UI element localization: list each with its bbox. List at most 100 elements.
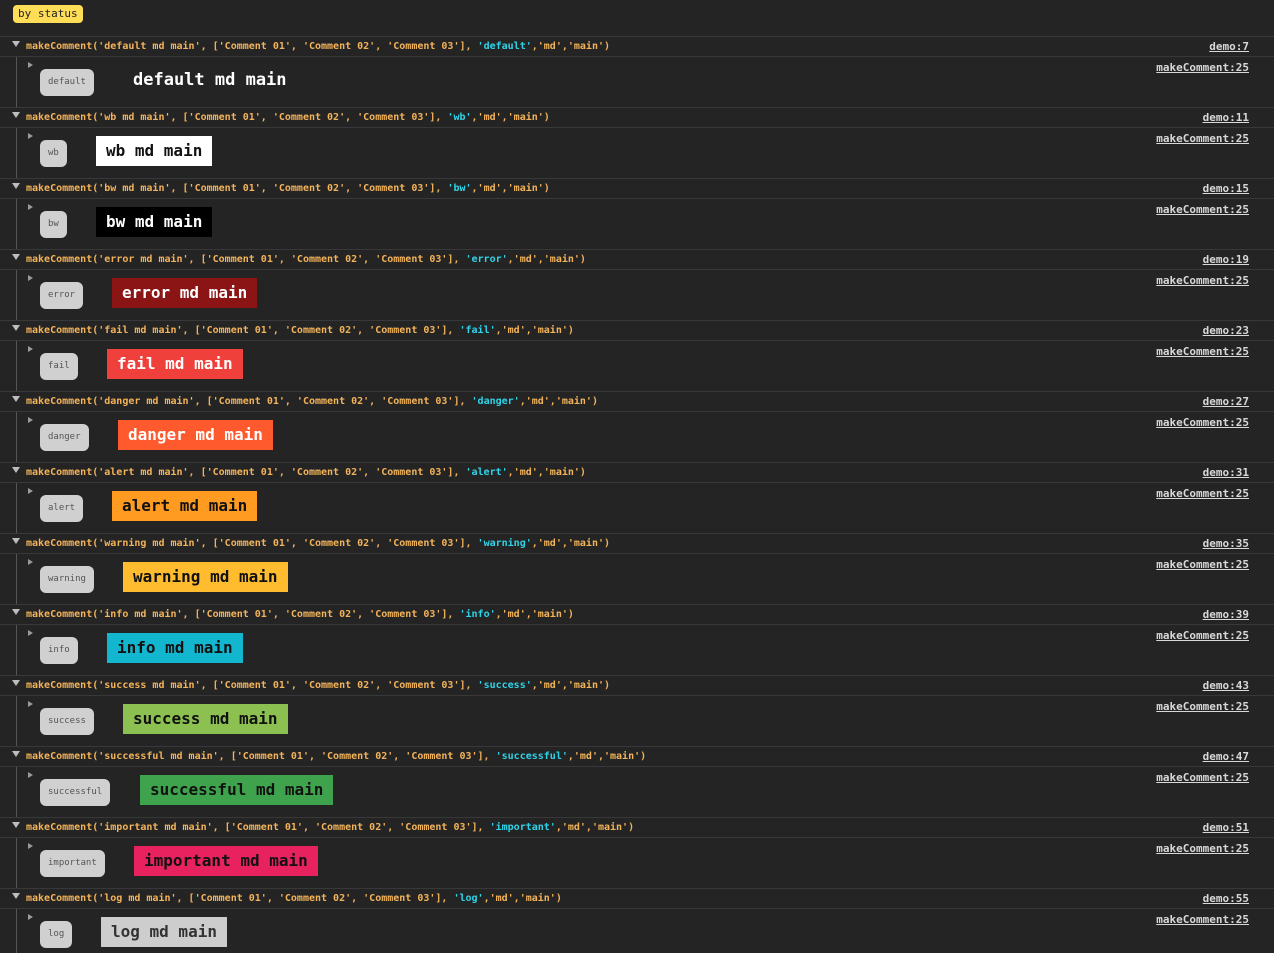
source-link-demo[interactable]: demo:43 (1203, 679, 1249, 693)
expand-triangle-icon[interactable] (12, 183, 20, 189)
styled-status-label: fail md main (107, 349, 243, 379)
group-header[interactable]: makeComment('bw md main', ['Comment 01',… (0, 179, 1274, 199)
source-link-makecomment[interactable]: makeComment:25 (1156, 61, 1249, 75)
source-link-makecomment[interactable]: makeComment:25 (1156, 771, 1249, 785)
source-link-demo[interactable]: demo:35 (1203, 537, 1249, 551)
group-body: error error md main makeComment:25 (0, 270, 1274, 321)
status-pill: info (40, 637, 78, 664)
source-link-makecomment[interactable]: makeComment:25 (1156, 132, 1249, 146)
group-indent-guide (16, 270, 17, 320)
group-call-code: makeComment('wb md main', ['Comment 01',… (26, 112, 550, 123)
source-link-demo[interactable]: demo:11 (1203, 111, 1249, 125)
group-header[interactable]: makeComment('wb md main', ['Comment 01',… (0, 108, 1274, 128)
group-body: bw bw md main makeComment:25 (0, 199, 1274, 250)
group-header[interactable]: makeComment('fail md main', ['Comment 01… (0, 321, 1274, 341)
styled-status-label: error md main (112, 278, 258, 308)
expand-row-triangle-icon[interactable] (28, 488, 33, 494)
expand-triangle-icon[interactable] (12, 609, 20, 615)
expand-triangle-icon[interactable] (12, 41, 20, 47)
styled-status-label: important md main (134, 846, 318, 876)
source-link-makecomment[interactable]: makeComment:25 (1156, 913, 1249, 927)
expand-triangle-icon[interactable] (12, 893, 20, 899)
styled-status-label: wb md main (96, 136, 213, 166)
expand-row-triangle-icon[interactable] (28, 417, 33, 423)
group-header[interactable]: makeComment('successful md main', ['Comm… (0, 747, 1274, 767)
source-link-makecomment[interactable]: makeComment:25 (1156, 203, 1249, 217)
source-link-makecomment[interactable]: makeComment:25 (1156, 274, 1249, 288)
log-group-alert: makeComment('alert md main', ['Comment 0… (0, 463, 1274, 534)
source-link-makecomment[interactable]: makeComment:25 (1156, 629, 1249, 643)
expand-row-triangle-icon[interactable] (28, 62, 33, 68)
group-header[interactable]: makeComment('warning md main', ['Comment… (0, 534, 1274, 554)
group-indent-guide (16, 341, 17, 391)
source-link-makecomment[interactable]: makeComment:25 (1156, 416, 1249, 430)
expand-triangle-icon[interactable] (12, 680, 20, 686)
group-call-code: makeComment('success md main', ['Comment… (26, 680, 611, 691)
status-pill: warning (40, 566, 94, 593)
source-link-demo[interactable]: demo:47 (1203, 750, 1249, 764)
expand-triangle-icon[interactable] (12, 396, 20, 402)
source-link-makecomment[interactable]: makeComment:25 (1156, 558, 1249, 572)
source-link-demo[interactable]: demo:31 (1203, 466, 1249, 480)
source-link-demo[interactable]: demo:23 (1203, 324, 1249, 338)
expand-triangle-icon[interactable] (12, 822, 20, 828)
source-link-demo[interactable]: demo:51 (1203, 821, 1249, 835)
group-indent-guide (16, 696, 17, 746)
group-indent-guide (16, 199, 17, 249)
expand-triangle-icon[interactable] (12, 467, 20, 473)
group-header[interactable]: makeComment('alert md main', ['Comment 0… (0, 463, 1274, 483)
styled-status-label: alert md main (112, 491, 258, 521)
group-indent-guide (16, 554, 17, 604)
group-header[interactable]: makeComment('success md main', ['Comment… (0, 676, 1274, 696)
group-body: warning warning md main makeComment:25 (0, 554, 1274, 605)
group-header[interactable]: makeComment('log md main', ['Comment 01'… (0, 889, 1274, 909)
group-header[interactable]: makeComment('danger md main', ['Comment … (0, 392, 1274, 412)
group-header[interactable]: makeComment('info md main', ['Comment 01… (0, 605, 1274, 625)
expand-row-triangle-icon[interactable] (28, 772, 33, 778)
group-indent-guide (16, 909, 17, 953)
group-header[interactable]: makeComment('important md main', ['Comme… (0, 818, 1274, 838)
source-link-makecomment[interactable]: makeComment:25 (1156, 842, 1249, 856)
group-body: danger danger md main makeComment:25 (0, 412, 1274, 463)
expand-row-triangle-icon[interactable] (28, 630, 33, 636)
source-link-demo[interactable]: demo:55 (1203, 892, 1249, 906)
expand-row-triangle-icon[interactable] (28, 204, 33, 210)
source-link-demo[interactable]: demo:27 (1203, 395, 1249, 409)
log-group-successful: makeComment('successful md main', ['Comm… (0, 747, 1274, 818)
expand-triangle-icon[interactable] (12, 751, 20, 757)
source-link-demo[interactable]: demo:19 (1203, 253, 1249, 267)
group-indent-guide (16, 767, 17, 817)
expand-triangle-icon[interactable] (12, 538, 20, 544)
group-header[interactable]: makeComment('default md main', ['Comment… (0, 37, 1274, 57)
expand-row-triangle-icon[interactable] (28, 914, 33, 920)
log-group-default: makeComment('default md main', ['Comment… (0, 37, 1274, 108)
console-title-bar: by status (0, 0, 1274, 37)
expand-row-triangle-icon[interactable] (28, 843, 33, 849)
group-call-code: makeComment('alert md main', ['Comment 0… (26, 467, 586, 478)
expand-row-triangle-icon[interactable] (28, 346, 33, 352)
status-pill: important (40, 850, 105, 877)
group-indent-guide (16, 838, 17, 888)
status-pill: success (40, 708, 94, 735)
source-link-demo[interactable]: demo:7 (1209, 40, 1249, 54)
group-call-code: makeComment('successful md main', ['Comm… (26, 751, 647, 762)
log-group-fail: makeComment('fail md main', ['Comment 01… (0, 321, 1274, 392)
expand-triangle-icon[interactable] (12, 112, 20, 118)
expand-triangle-icon[interactable] (12, 254, 20, 260)
styled-status-label: success md main (123, 704, 288, 734)
source-link-demo[interactable]: demo:39 (1203, 608, 1249, 622)
status-pill: default (40, 69, 94, 96)
expand-row-triangle-icon[interactable] (28, 275, 33, 281)
expand-row-triangle-icon[interactable] (28, 559, 33, 565)
expand-row-triangle-icon[interactable] (28, 133, 33, 139)
source-link-makecomment[interactable]: makeComment:25 (1156, 700, 1249, 714)
expand-triangle-icon[interactable] (12, 325, 20, 331)
source-link-makecomment[interactable]: makeComment:25 (1156, 487, 1249, 501)
group-call-code: makeComment('important md main', ['Comme… (26, 822, 635, 833)
source-link-makecomment[interactable]: makeComment:25 (1156, 345, 1249, 359)
expand-row-triangle-icon[interactable] (28, 701, 33, 707)
source-link-demo[interactable]: demo:15 (1203, 182, 1249, 196)
group-header[interactable]: makeComment('error md main', ['Comment 0… (0, 250, 1274, 270)
log-group-warning: makeComment('warning md main', ['Comment… (0, 534, 1274, 605)
group-body: info info md main makeComment:25 (0, 625, 1274, 676)
